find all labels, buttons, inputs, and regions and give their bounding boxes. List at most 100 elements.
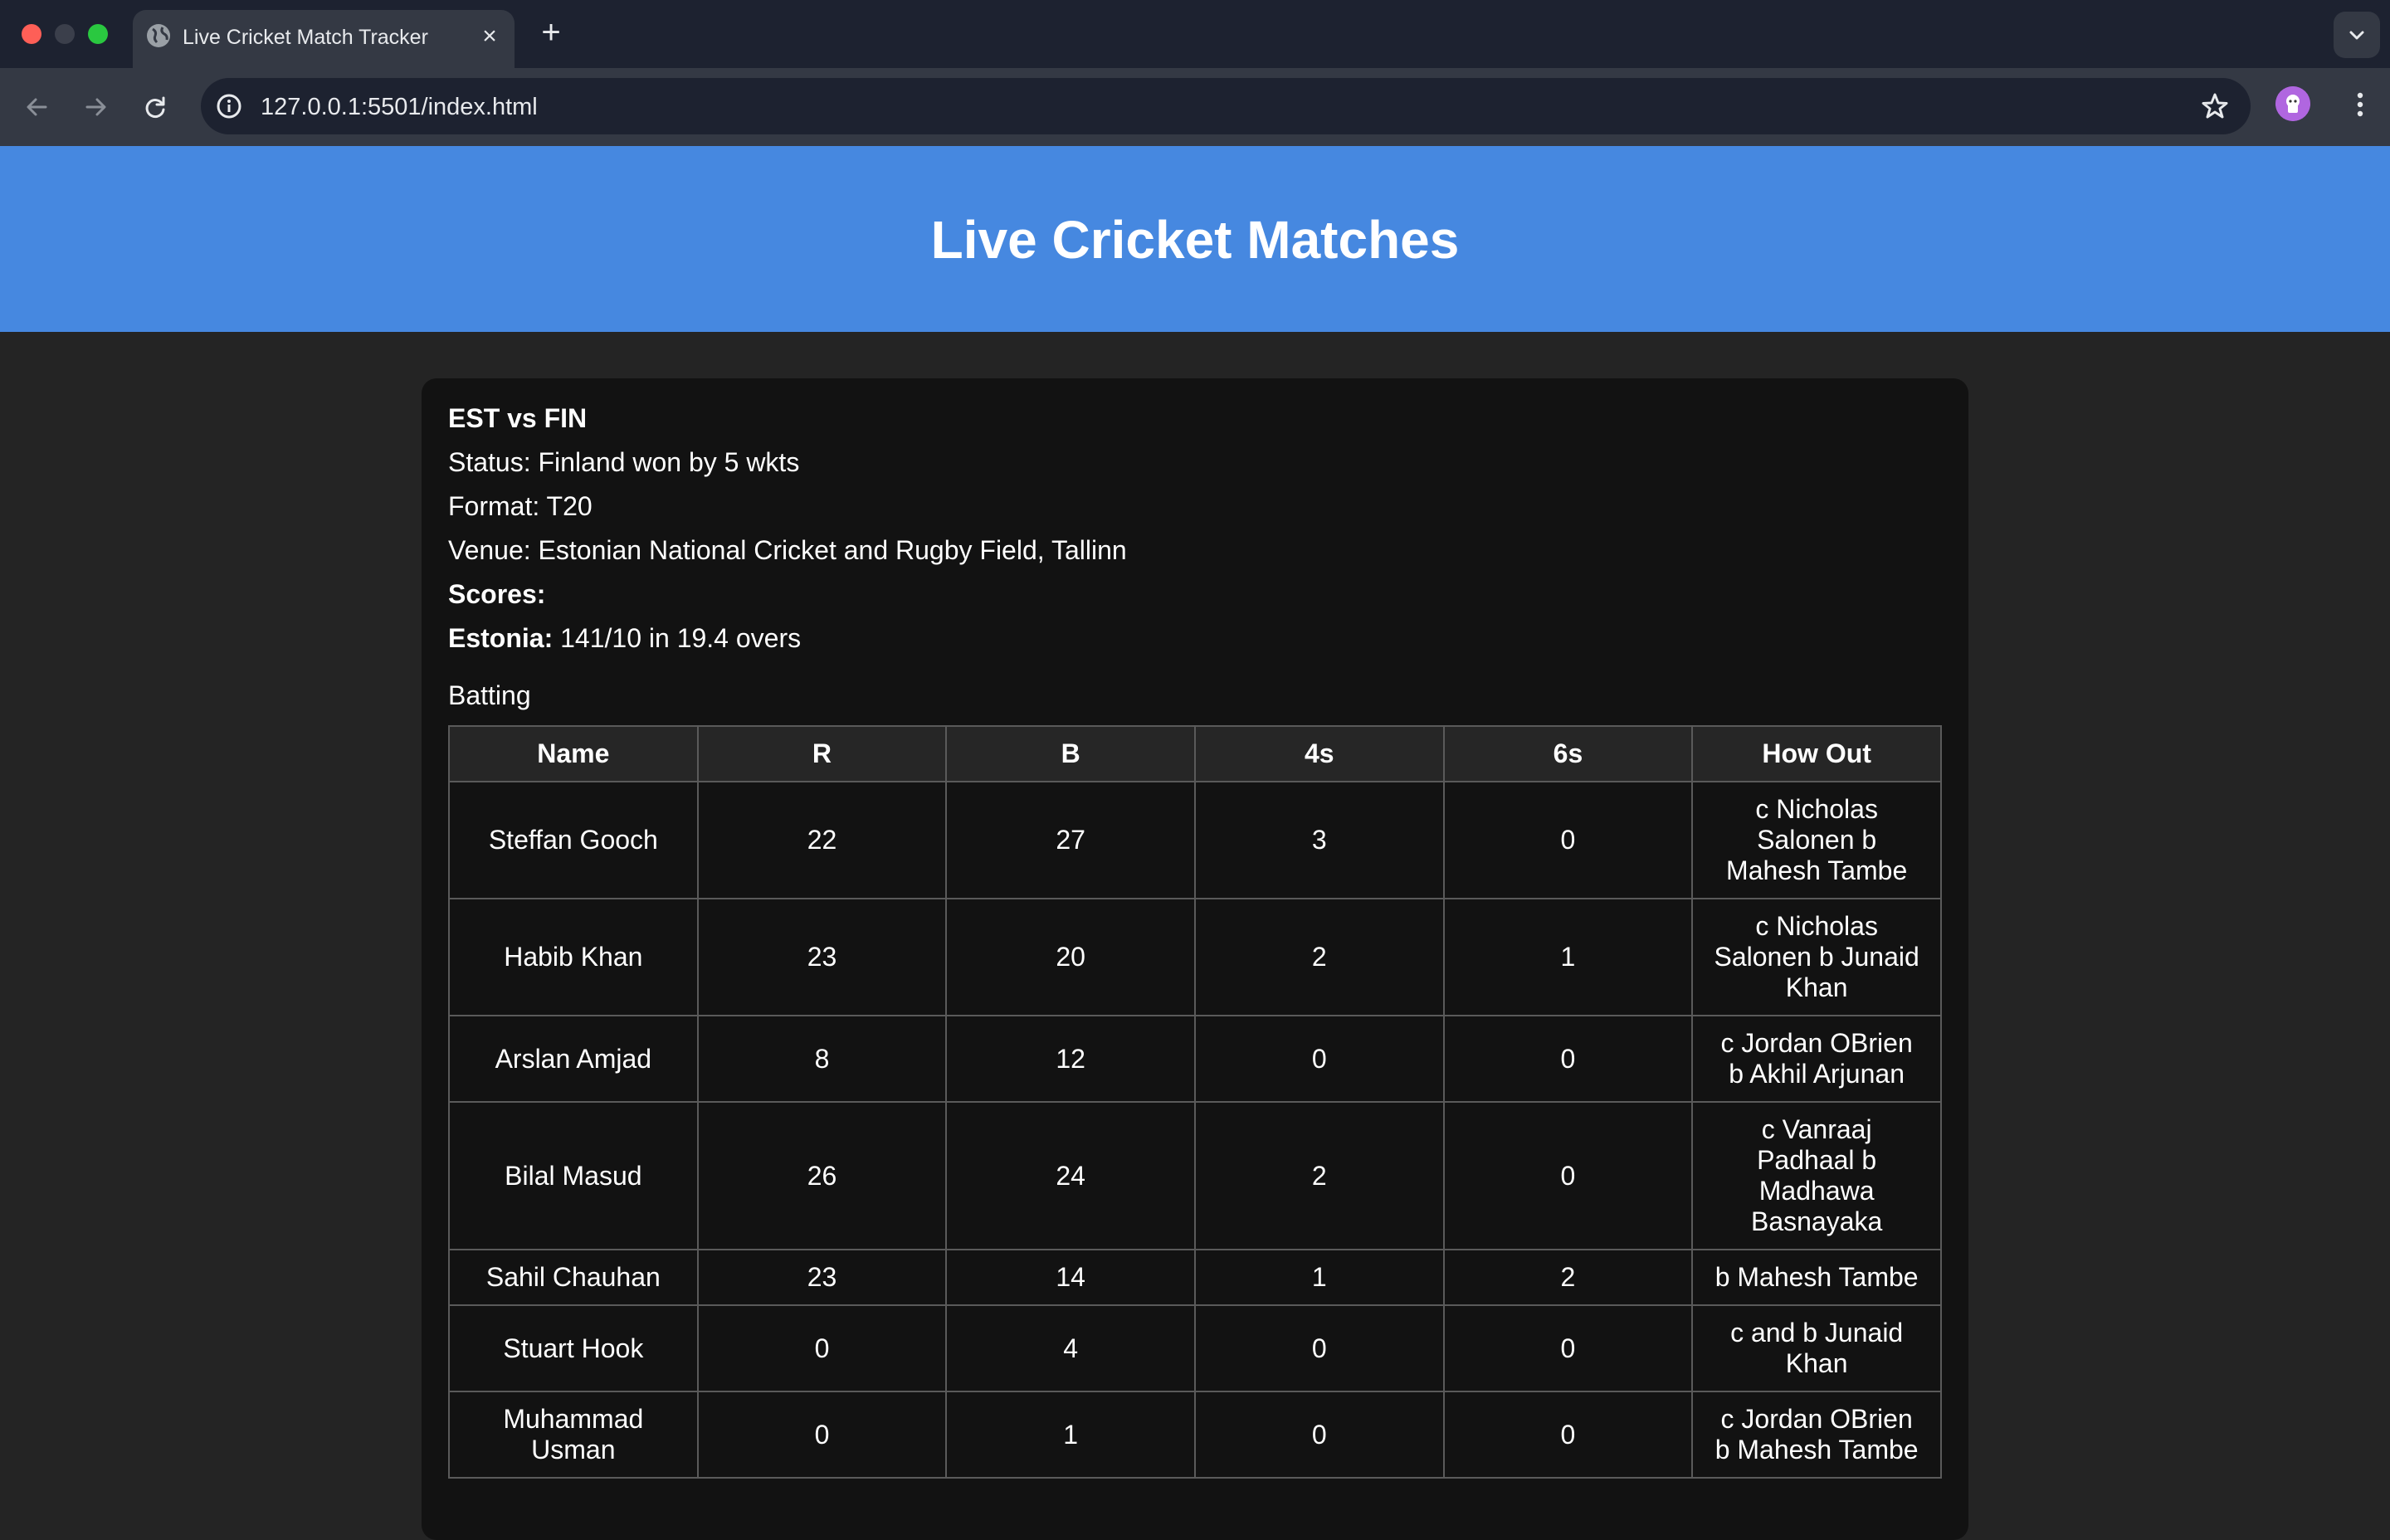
minimize-window-button[interactable] (55, 24, 75, 44)
batter-how-out: c Jordan OBrien b Akhil Arjunan (1691, 1015, 1942, 1103)
batter-runs: 26 (696, 1101, 948, 1250)
format-label: Format: (448, 491, 540, 521)
match-venue: Venue: Estonian National Cricket and Rug… (448, 535, 1127, 566)
batter-name: Stuart Hook (448, 1304, 699, 1392)
innings-score: Estonia: 141/10 in 19.4 overs (448, 623, 801, 654)
batter-fours: 2 (1193, 898, 1445, 1016)
batter-sixes: 0 (1442, 781, 1694, 899)
chevron-down-icon (2349, 31, 2364, 40)
browser-toolbar: 127.0.0.1:5501/index.html (0, 68, 2390, 146)
column-header-how-out: How Out (1691, 725, 1942, 782)
column-header-name: Name (448, 725, 699, 782)
batter-runs: 8 (696, 1015, 948, 1103)
new-tab-button[interactable]: + (534, 16, 568, 50)
match-format: Format: T20 (448, 491, 593, 522)
batter-name: Arslan Amjad (448, 1015, 699, 1103)
batting-header-row: Name R B 4s 6s How Out (448, 725, 1942, 782)
page-header: Live Cricket Matches (0, 146, 2390, 332)
table-row: Muhammad Usman 0 1 0 0 c Jordan OBrien b… (448, 1391, 1942, 1479)
reload-icon (145, 96, 165, 118)
batter-balls: 24 (945, 1101, 1196, 1250)
reload-button[interactable] (136, 88, 174, 126)
status-label: Status: (448, 447, 531, 477)
batting-table: Name R B 4s 6s How Out Steffan Gooch 22 … (448, 725, 1942, 1479)
batter-how-out: c Nicholas Salonen b Junaid Khan (1691, 898, 1942, 1016)
batter-how-out: c Vanraaj Padhaal b Madhawa Basnayaka (1691, 1101, 1942, 1250)
table-row: Arslan Amjad 8 12 0 0 c Jordan OBrien b … (448, 1015, 1942, 1103)
batter-runs: 0 (696, 1391, 948, 1479)
batter-name: Muhammad Usman (448, 1391, 699, 1479)
browser-tab-strip: Live Cricket Match Tracker × + (0, 0, 2390, 68)
batter-sixes: 1 (1442, 898, 1694, 1016)
batter-fours: 1 (1193, 1249, 1445, 1306)
column-header-sixes: 6s (1442, 725, 1694, 782)
innings-team: Estonia: (448, 623, 554, 653)
site-info-icon[interactable] (212, 90, 246, 123)
format-value: T20 (546, 491, 593, 521)
match-status: Status: Finland won by 5 wkts (448, 447, 799, 478)
batter-fours: 0 (1193, 1391, 1445, 1479)
batter-balls: 14 (945, 1249, 1196, 1306)
column-header-runs: R (696, 725, 948, 782)
batter-sixes: 0 (1442, 1391, 1694, 1479)
table-row: Steffan Gooch 22 27 3 0 c Nicholas Salon… (448, 781, 1942, 899)
tab-search-button[interactable] (2334, 12, 2380, 58)
match-card: EST vs FIN Status: Finland won by 5 wkts… (422, 378, 1968, 1540)
batter-sixes: 0 (1442, 1101, 1694, 1250)
match-teams: EST vs FIN (448, 403, 587, 434)
forward-button[interactable] (76, 88, 115, 126)
bookmark-star-icon[interactable] (2199, 90, 2231, 122)
column-header-fours: 4s (1193, 725, 1445, 782)
batter-balls: 27 (945, 781, 1196, 899)
back-button[interactable] (18, 88, 56, 126)
scores-heading: Scores: (448, 579, 545, 610)
tab-title: Live Cricket Match Tracker (183, 26, 428, 49)
match-teams-text: EST vs FIN (448, 403, 588, 433)
batter-runs: 0 (696, 1304, 948, 1392)
more-menu-icon[interactable] (2342, 86, 2378, 123)
maximize-window-button[interactable] (88, 24, 108, 44)
batter-fours: 2 (1193, 1101, 1445, 1250)
batter-fours: 0 (1193, 1015, 1445, 1103)
innings-score-value: 141/10 in 19.4 overs (560, 623, 802, 653)
batter-runs: 22 (696, 781, 948, 899)
table-row: Stuart Hook 0 4 0 0 c and b Junaid Khan (448, 1304, 1942, 1392)
scores-label: Scores: (448, 579, 546, 609)
address-bar[interactable]: 127.0.0.1:5501/index.html (201, 78, 2251, 134)
table-row: Bilal Masud 26 24 2 0 c Vanraaj Padhaal … (448, 1101, 1942, 1250)
table-row: Habib Khan 23 20 2 1 c Nicholas Salonen … (448, 898, 1942, 1016)
status-value: Finland won by 5 wkts (538, 447, 800, 477)
batter-sixes: 2 (1442, 1249, 1694, 1306)
arrow-right-icon (85, 98, 106, 116)
batter-balls: 1 (945, 1391, 1196, 1479)
table-row: Sahil Chauhan 23 14 1 2 b Mahesh Tambe (448, 1249, 1942, 1306)
column-header-balls: B (945, 725, 1196, 782)
venue-label: Venue: (448, 535, 531, 565)
batter-name: Habib Khan (448, 898, 699, 1016)
batter-how-out: c Nicholas Salonen b Mahesh Tambe (1691, 781, 1942, 899)
batter-how-out: c Jordan OBrien b Mahesh Tambe (1691, 1391, 1942, 1479)
venue-value: Estonian National Cricket and Rugby Fiel… (538, 535, 1127, 565)
batter-balls: 12 (945, 1015, 1196, 1103)
url-text[interactable]: 127.0.0.1:5501/index.html (261, 94, 538, 121)
profile-icon (2275, 86, 2310, 121)
profile-avatar[interactable] (2275, 86, 2310, 121)
batter-how-out: c and b Junaid Khan (1691, 1304, 1942, 1392)
batter-name: Bilal Masud (448, 1101, 699, 1250)
batter-balls: 4 (945, 1304, 1196, 1392)
batter-fours: 0 (1193, 1304, 1445, 1392)
batter-sixes: 0 (1442, 1015, 1694, 1103)
batter-fours: 3 (1193, 781, 1445, 899)
batter-name: Steffan Gooch (448, 781, 699, 899)
globe-icon (144, 22, 173, 50)
batting-caption: Batting (448, 680, 531, 710)
batter-runs: 23 (696, 898, 948, 1016)
close-window-button[interactable] (22, 24, 41, 44)
arrow-left-icon (27, 98, 47, 116)
page-title: Live Cricket Matches (930, 210, 1460, 270)
batter-sixes: 0 (1442, 1304, 1694, 1392)
batter-name: Sahil Chauhan (448, 1249, 699, 1306)
browser-tab[interactable]: Live Cricket Match Tracker × (133, 10, 515, 68)
close-tab-icon[interactable]: × (476, 23, 503, 50)
batter-balls: 20 (945, 898, 1196, 1016)
